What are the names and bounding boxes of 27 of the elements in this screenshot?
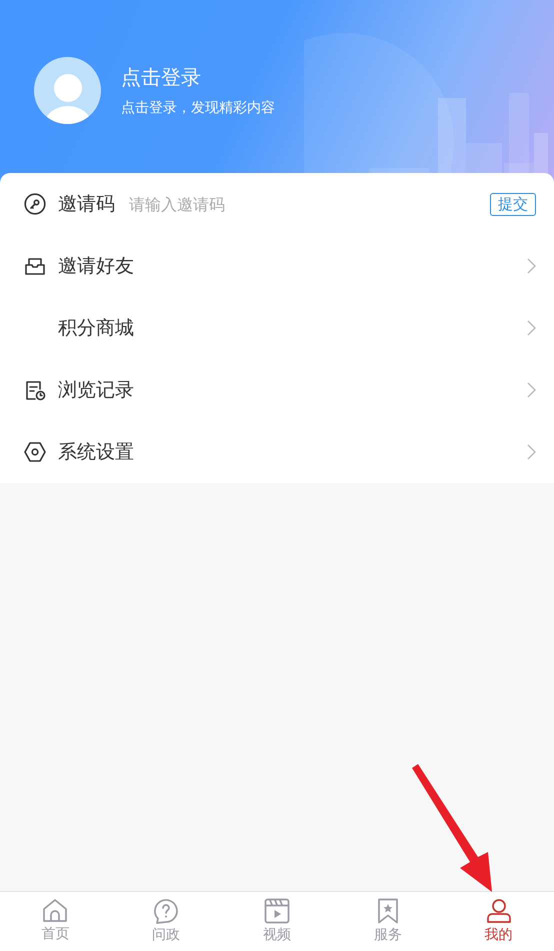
video-icon <box>264 898 290 924</box>
invite-code-field[interactable]: 请输入邀请码 <box>127 194 478 214</box>
inbox-icon <box>25 257 45 275</box>
chevron-right-icon <box>527 444 536 460</box>
menu-item[interactable]: 浏览记录 <box>58 377 134 403</box>
tab[interactable]: 我的 <box>443 892 554 951</box>
invite-code-label: 邀请码 <box>58 192 115 217</box>
help-icon <box>153 898 180 924</box>
bookmark-icon <box>376 898 399 924</box>
tab[interactable]: 视频 <box>222 892 332 951</box>
tab[interactable]: 服务 <box>332 892 444 951</box>
tab[interactable]: 首页 <box>0 892 111 951</box>
menu-item[interactable]: 系统设置 <box>58 439 134 465</box>
home-icon <box>42 898 68 923</box>
login-subtitle: 点击登录，发现精彩内容 <box>121 99 275 117</box>
chevron-right-icon <box>527 258 536 274</box>
settings-icon <box>24 442 46 462</box>
submit-button[interactable]: 提交 <box>490 192 536 216</box>
tab[interactable]: 问政 <box>110 892 222 951</box>
user-icon <box>486 898 512 924</box>
key-icon <box>24 193 46 215</box>
history-icon <box>24 380 46 400</box>
chevron-right-icon <box>527 320 536 336</box>
chevron-right-icon <box>527 382 536 398</box>
menu-item[interactable]: 邀请好友 <box>58 253 134 279</box>
menu-item[interactable]: 积分商城 <box>58 315 134 341</box>
login-title[interactable]: 点击登录 <box>121 64 275 91</box>
